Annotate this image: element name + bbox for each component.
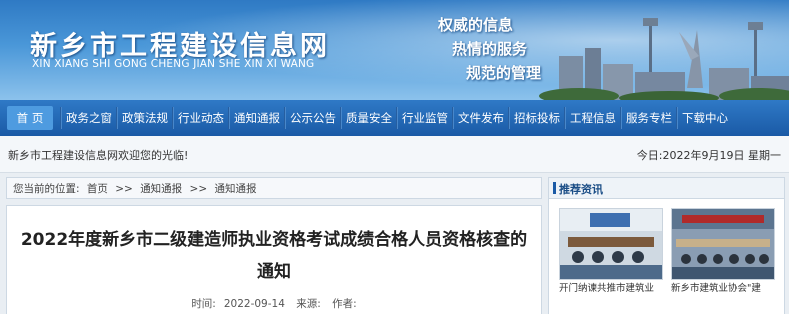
header-accent-bar [553, 182, 556, 194]
conference-photo-icon [672, 209, 774, 279]
recommended-news-title: 推荐资讯 [559, 183, 603, 196]
slogan-2: 热情的服务 [452, 40, 528, 58]
source-label: 来源: [296, 298, 321, 310]
nav-documents[interactable]: 文件发布 [454, 100, 508, 136]
site-banner: 新乡市工程建设信息网 XIN XIANG SHI GONG CHENG JIAN… [0, 0, 789, 100]
main-nav: 首 页 政务之窗 政策法规 行业动态 通知通报 公示公告 质量安全 行业监管 文… [0, 100, 789, 136]
breadcrumb: 您当前的位置: 首页 >> 通知通报 >> 通知通报 [6, 177, 542, 199]
nav-services[interactable]: 服务专栏 [622, 100, 676, 136]
news-caption-1[interactable]: 开门纳谏共推市建筑业 [559, 280, 663, 294]
news-caption-2[interactable]: 新乡市建筑业协会"建 [671, 280, 775, 294]
nav-policies[interactable]: 政策法规 [118, 100, 172, 136]
article-meta: 时间: 2022-09-14 来源: 作者: [7, 296, 541, 311]
article-panel: 2022年度新乡市二级建造师执业资格考试成绩合格人员资格核查的通知 时间: 202… [6, 205, 542, 314]
news-thumbnail-1[interactable] [559, 208, 663, 280]
city-skyline-image [539, 18, 789, 100]
nav-home[interactable]: 首 页 [0, 100, 60, 136]
recommended-news-header: 推荐资讯 [549, 178, 784, 199]
breadcrumb-prefix: 您当前的位置: [13, 183, 80, 195]
current-date: 今日:2022年9月19日 星期一 [636, 149, 781, 162]
nav-supervision[interactable]: 行业监管 [398, 100, 452, 136]
meeting-photo-icon [560, 209, 662, 279]
breadcrumb-home-link[interactable]: 首页 [87, 183, 108, 195]
time-label: 时间: [191, 298, 216, 310]
nav-bidding[interactable]: 招标投标 [510, 100, 564, 136]
nav-industry-news[interactable]: 行业动态 [174, 100, 228, 136]
time-value: 2022-09-14 [223, 298, 285, 310]
nav-downloads[interactable]: 下载中心 [678, 100, 732, 136]
breadcrumb-notices-link[interactable]: 通知通报 [140, 183, 182, 195]
nav-project-info[interactable]: 工程信息 [566, 100, 620, 136]
nav-quality-safety[interactable]: 质量安全 [342, 100, 396, 136]
slogan-3: 规范的管理 [466, 64, 542, 82]
site-subtitle: XIN XIANG SHI GONG CHENG JIAN SHE XIN XI… [32, 58, 315, 70]
breadcrumb-separator: >> [189, 183, 208, 195]
welcome-message: 新乡市工程建设信息网欢迎您的光临! [8, 149, 189, 162]
news-thumbnail-2[interactable] [671, 208, 775, 280]
nav-government-window[interactable]: 政务之窗 [62, 100, 116, 136]
article-title: 2022年度新乡市二级建造师执业资格考试成绩合格人员资格核查的通知 [20, 230, 528, 282]
nav-notices[interactable]: 通知通报 [230, 100, 284, 136]
slogan-1: 权威的信息 [438, 16, 514, 34]
welcome-bar: 新乡市工程建设信息网欢迎您的光临! 今日:2022年9月19日 星期一 [0, 136, 789, 173]
nav-home-label: 首 页 [6, 106, 54, 130]
recommended-news-panel: 推荐资讯 开门纳谏共推市建筑业 新乡市建筑业协会"建 [548, 177, 785, 314]
breadcrumb-current[interactable]: 通知通报 [214, 183, 256, 195]
author-label: 作者: [332, 298, 357, 310]
breadcrumb-separator: >> [115, 183, 133, 195]
nav-announcements[interactable]: 公示公告 [286, 100, 340, 136]
